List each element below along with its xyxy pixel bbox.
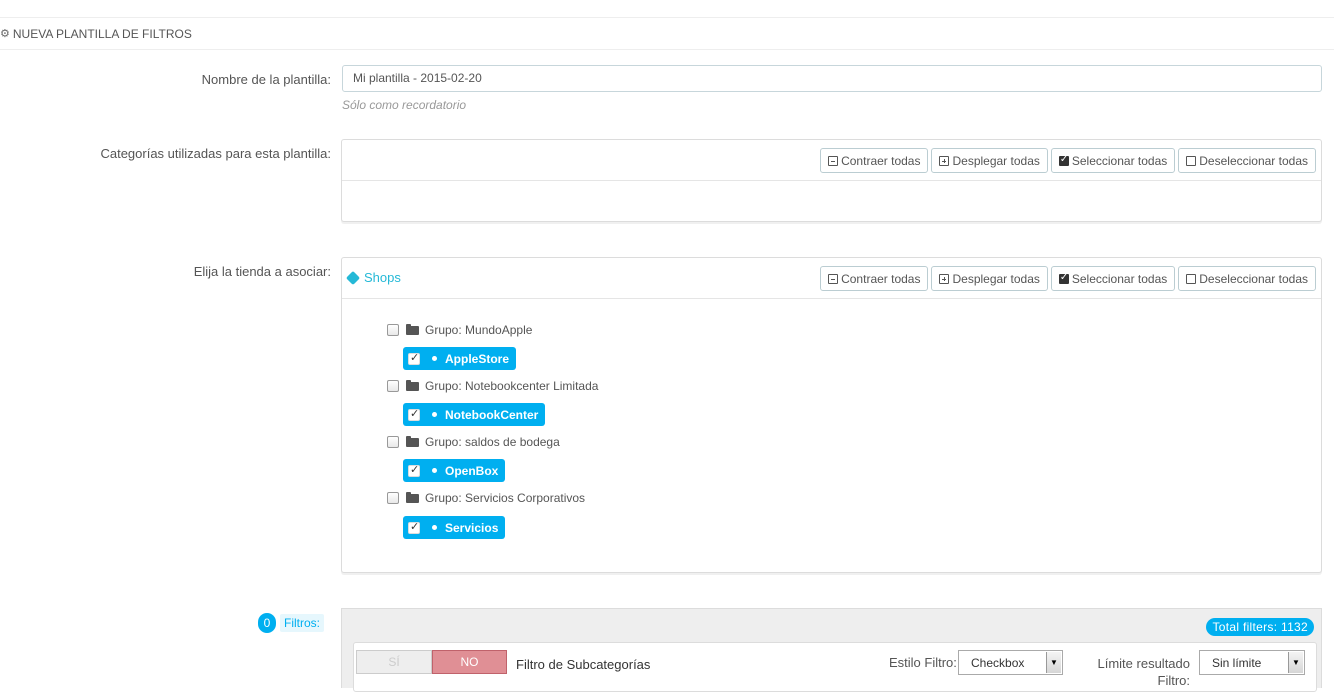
- shops-tree-actions: Contraer todas Desplegar todas Seleccion…: [820, 266, 1316, 291]
- total-filters-badge: Total filters: 1132: [1206, 618, 1314, 636]
- filter-row: SÍ NO Filtro de Subcategorías Estilo Fil…: [353, 642, 1317, 692]
- group-name: Grupo: Servicios Corporativos: [425, 491, 586, 505]
- categories-deselect-all-button[interactable]: Deseleccionar todas: [1178, 148, 1316, 173]
- deselect-label: Deseleccionar todas: [1199, 153, 1308, 168]
- bullet-icon: [432, 525, 437, 530]
- shops-title-text: Shops: [364, 270, 401, 285]
- bullet-icon: [432, 468, 437, 473]
- filter-limit-label: Límite resultado Filtro:: [1097, 656, 1191, 688]
- categories-expand-all-button[interactable]: Desplegar todas: [931, 148, 1048, 173]
- filter-style-value: Checkbox: [971, 655, 1025, 670]
- select-label: Seleccionar todas: [1071, 271, 1168, 286]
- filters-panel: Total filters: 1132 SÍ NO Filtro de Subc…: [341, 608, 1322, 692]
- filters-label: 0 Filtros:: [258, 613, 324, 633]
- bullet-icon: [432, 356, 437, 361]
- expand-label: Desplegar todas: [952, 153, 1040, 168]
- bullet-icon: [432, 412, 437, 417]
- shops-expand-all-button[interactable]: Desplegar todas: [931, 266, 1048, 291]
- folder-open-icon: [406, 379, 419, 391]
- expand-icon: [939, 155, 950, 166]
- shops-tree-panel: Shops Contraer todas Desplegar todas Sel…: [341, 257, 1322, 573]
- panel-title: NUEVA PLANTILLA DE FILTROS: [12, 26, 192, 41]
- group-name: Grupo: MundoApple: [425, 323, 533, 337]
- categories-tree-actions: Contraer todas Desplegar todas Seleccion…: [820, 148, 1316, 173]
- collapse-icon: [828, 273, 839, 284]
- group-checkbox[interactable]: [387, 324, 399, 336]
- shops-deselect-all-button[interactable]: Deseleccionar todas: [1178, 266, 1316, 291]
- shop-group-row: Grupo: saldos de bodega: [387, 435, 560, 449]
- cogs-icon: ⚙: [0, 28, 10, 40]
- filters-label-text: Filtros:: [280, 614, 324, 632]
- collapse-label: Contraer todas: [841, 153, 921, 168]
- check-square-icon: [1058, 272, 1069, 284]
- shop-name: NotebookCenter: [445, 407, 539, 422]
- expand-icon: [939, 273, 950, 284]
- shop-item[interactable]: AppleStore: [403, 347, 517, 370]
- template-name-help: Sólo como recordatorio: [342, 98, 467, 112]
- shop-name: Servicios: [445, 520, 499, 535]
- filter-limit-value: Sin límite: [1212, 655, 1262, 670]
- filter-style-select[interactable]: Checkbox ▼: [958, 650, 1063, 675]
- group-checkbox[interactable]: [387, 380, 399, 392]
- shops-label: Elija la tienda a asociar:: [193, 264, 331, 279]
- shops-title: Shops: [345, 270, 401, 285]
- categories-label: Categorías utilizadas para esta plantill…: [100, 146, 331, 161]
- select-label: Seleccionar todas: [1071, 153, 1168, 168]
- categories-tree-header: Contraer todas Desplegar todas Seleccion…: [342, 140, 1321, 181]
- template-name-label: Nombre de la plantilla:: [201, 72, 331, 87]
- group-name: Grupo: saldos de bodega: [425, 435, 560, 449]
- deselect-label: Deseleccionar todas: [1199, 271, 1308, 286]
- shop-checkbox[interactable]: [408, 520, 420, 534]
- categories-tree-panel: Contraer todas Desplegar todas Seleccion…: [341, 139, 1322, 222]
- panel-heading: ⚙ NUEVA PLANTILLA DE FILTROS: [0, 18, 1334, 50]
- expand-label: Desplegar todas: [952, 271, 1040, 286]
- group-name: Grupo: Notebookcenter Limitada: [425, 379, 599, 393]
- shop-name: AppleStore: [445, 351, 510, 366]
- group-checkbox[interactable]: [387, 436, 399, 448]
- filter-toggle[interactable]: SÍ NO: [356, 650, 507, 674]
- folder-open-icon: [406, 323, 419, 335]
- shops-collapse-all-button[interactable]: Contraer todas: [820, 266, 929, 291]
- categories-collapse-all-button[interactable]: Contraer todas: [820, 148, 929, 173]
- chevron-down-icon: ▼: [1046, 652, 1061, 673]
- filter-limit-select[interactable]: Sin límite ▼: [1199, 650, 1305, 675]
- folder-open-icon: [406, 435, 419, 447]
- shop-checkbox[interactable]: [408, 407, 420, 421]
- group-checkbox[interactable]: [387, 492, 399, 504]
- toggle-yes[interactable]: SÍ: [356, 650, 432, 674]
- shop-checkbox[interactable]: [408, 351, 420, 365]
- filter-name: Filtro de Subcategorías: [516, 657, 651, 672]
- shop-group-row: Grupo: MundoApple: [387, 323, 532, 337]
- shop-name: OpenBox: [445, 463, 499, 478]
- empty-square-icon: [1186, 273, 1197, 284]
- filter-style-label: Estilo Filtro:: [889, 655, 957, 670]
- shop-checkbox[interactable]: [408, 463, 420, 477]
- shop-group-row: Grupo: Notebookcenter Limitada: [387, 379, 598, 393]
- shop-item[interactable]: OpenBox: [403, 459, 506, 482]
- empty-square-icon: [1186, 155, 1197, 166]
- tag-icon: [345, 270, 361, 285]
- collapse-label: Contraer todas: [841, 271, 921, 286]
- chevron-down-icon: ▼: [1288, 652, 1303, 673]
- shop-item[interactable]: NotebookCenter: [403, 403, 546, 426]
- toggle-no[interactable]: NO: [432, 650, 507, 674]
- shop-item[interactable]: Servicios: [403, 516, 506, 539]
- categories-select-all-button[interactable]: Seleccionar todas: [1050, 148, 1176, 173]
- shops-select-all-button[interactable]: Seleccionar todas: [1050, 266, 1176, 291]
- check-square-icon: [1058, 154, 1069, 166]
- collapse-icon: [828, 155, 839, 166]
- template-name-input[interactable]: Mi plantilla - 2015-02-20: [342, 65, 1322, 92]
- filters-count-badge: 0: [258, 613, 276, 633]
- shops-tree-header: Shops Contraer todas Desplegar todas Sel…: [342, 258, 1321, 299]
- folder-open-icon: [406, 491, 419, 503]
- shop-group-row: Grupo: Servicios Corporativos: [387, 491, 585, 505]
